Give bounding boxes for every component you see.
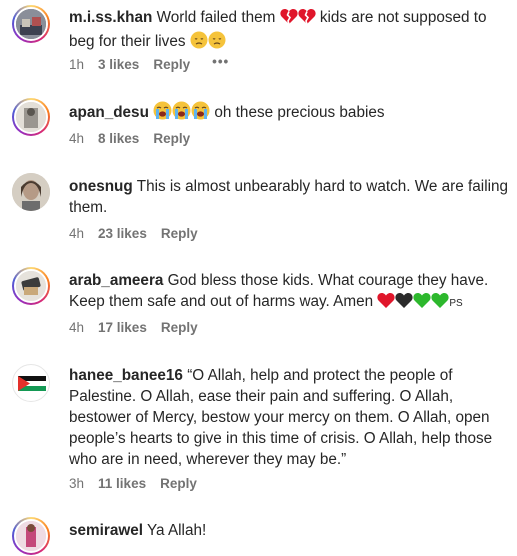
reply-button[interactable]: Reply: [153, 57, 190, 72]
comment-text-suffix: PS: [449, 298, 463, 309]
likes-count[interactable]: 11 likes: [98, 476, 146, 491]
comment-time: 3h: [69, 476, 85, 491]
comment-text: Ya Allah!: [146, 522, 207, 539]
comment-body: arab_ameera God bless those kids. What c…: [69, 270, 509, 315]
more-options-icon[interactable]: •••: [212, 54, 229, 69]
comment-time: 4h: [69, 226, 85, 241]
avatar[interactable]: [12, 517, 50, 555]
comment-username[interactable]: hanee_banee16: [69, 367, 183, 384]
reply-button[interactable]: Reply: [161, 226, 198, 241]
comment-text: World failed them: [156, 9, 276, 26]
comment-username[interactable]: arab_ameera: [69, 272, 163, 289]
avatar[interactable]: [12, 364, 50, 402]
comment-text: This is almost unbearably hard to watch.…: [69, 178, 509, 216]
comment-username[interactable]: onesnug: [69, 178, 133, 195]
reply-button[interactable]: Reply: [161, 320, 198, 335]
comment-body: onesnug This is almost unbearably hard t…: [69, 176, 509, 218]
green-heart-icon: [413, 292, 431, 315]
likes-count[interactable]: 23 likes: [98, 226, 147, 241]
comment-meta: 3h 11 likes Reply: [69, 476, 197, 491]
loudly-crying-face-icon: [153, 101, 172, 126]
comment-body: hanee_banee16 “O Allah, help and protect…: [69, 365, 509, 470]
avatar[interactable]: [12, 267, 50, 305]
loudly-crying-face-icon: [172, 101, 191, 126]
black-heart-icon: [395, 292, 413, 315]
comment-meta: 4h 23 likes Reply: [69, 226, 198, 241]
comment-text: oh these precious babies: [214, 104, 385, 121]
comment-username[interactable]: semirawel: [69, 522, 143, 539]
comment-username[interactable]: m.i.ss.khan: [69, 9, 152, 26]
red-heart-icon: [377, 292, 395, 315]
disappointed-face-icon: [208, 31, 226, 55]
reply-button[interactable]: Reply: [160, 476, 197, 491]
palestine-flag-icon: [18, 376, 46, 391]
comment-time: 4h: [69, 131, 85, 146]
avatar[interactable]: [12, 173, 50, 211]
loudly-crying-face-icon: [191, 101, 210, 126]
likes-count[interactable]: 3 likes: [98, 57, 139, 72]
likes-count[interactable]: 8 likes: [98, 131, 139, 146]
comment-meta: 4h 17 likes Reply: [69, 320, 198, 335]
comment-body: semirawel Ya Allah!: [69, 520, 509, 541]
comment-meta: 4h 8 likes Reply: [69, 131, 190, 146]
comment-username[interactable]: apan_desu: [69, 104, 149, 121]
comment-body: apan_desu oh these precious babies: [69, 101, 509, 126]
comment-time: 1h: [69, 57, 85, 72]
comment-meta: 1h 3 likes Reply •••: [69, 54, 229, 72]
broken-heart-icon: [279, 8, 298, 31]
avatar[interactable]: [12, 5, 50, 43]
comment-body: m.i.ss.khan World failed them kids are n…: [69, 7, 509, 55]
avatar[interactable]: [12, 98, 50, 136]
green-heart-icon: [431, 292, 449, 315]
broken-heart-icon: [297, 8, 316, 31]
comment-time: 4h: [69, 320, 85, 335]
disappointed-face-icon: [190, 31, 208, 55]
likes-count[interactable]: 17 likes: [98, 320, 147, 335]
reply-button[interactable]: Reply: [153, 131, 190, 146]
